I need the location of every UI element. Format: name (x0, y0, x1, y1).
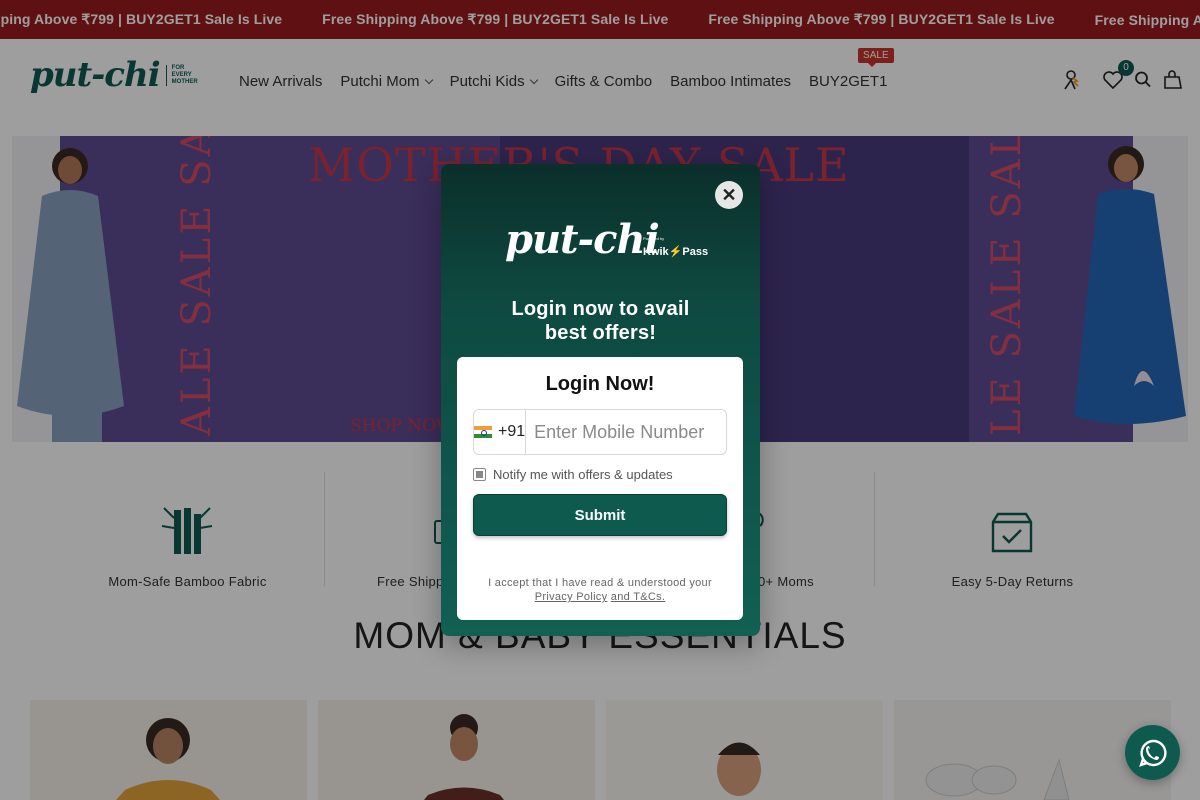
submit-button[interactable]: Submit (473, 494, 727, 536)
mobile-number-input[interactable] (526, 410, 767, 454)
notify-checkbox[interactable] (473, 468, 486, 481)
whatsapp-icon (1138, 739, 1167, 767)
whatsapp-button[interactable] (1125, 725, 1180, 780)
consent-line: I accept that I have read & understood y… (488, 577, 712, 589)
powered-by-text: Powered by (643, 236, 665, 241)
login-card: Login Now! +91 Notify me with offers & u… (457, 357, 767, 620)
close-button[interactable]: ✕ (715, 181, 743, 209)
powered-by-brand: Kwik⚡Pass (643, 246, 709, 258)
modal-heading-line: best offers! (544, 322, 657, 344)
modal-logo: put-chi (505, 216, 660, 263)
consent-text: I accept that I have read & understood y… (457, 576, 743, 604)
country-code-selector[interactable]: +91 (474, 410, 527, 454)
notify-checkbox-row[interactable]: Notify me with offers & updates (473, 467, 673, 482)
close-icon: ✕ (721, 184, 737, 205)
modal-heading: Login now to avail best offers! (441, 297, 760, 345)
notify-label: Notify me with offers & updates (493, 467, 673, 482)
login-modal: ✕ put-chi Powered by Kwik⚡Pass Login now… (441, 164, 767, 636)
login-card-title: Login Now! (545, 373, 655, 395)
modal-heading-line: Login now to avail (511, 298, 690, 320)
terms-link[interactable]: and T&Cs. (611, 591, 665, 603)
powered-by-logo: Powered by Kwik⚡Pass (643, 236, 708, 260)
privacy-policy-link[interactable]: Privacy Policy (535, 591, 608, 603)
country-code: +91 (498, 423, 526, 440)
phone-field: +91 (473, 409, 767, 455)
india-flag-icon (474, 426, 492, 438)
